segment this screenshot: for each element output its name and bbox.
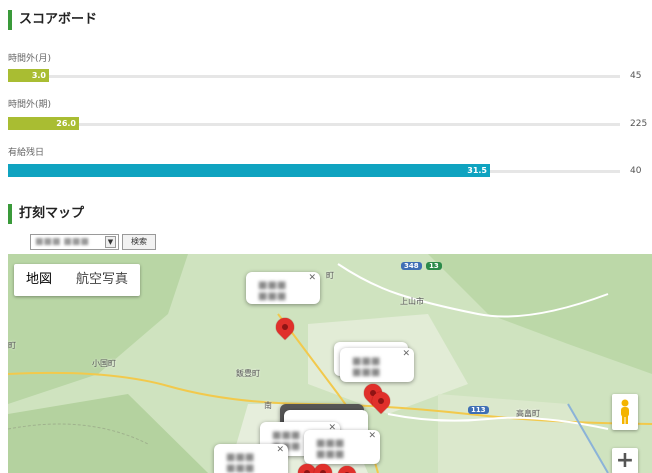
gauge-label-overtime-period: 時間外(期) xyxy=(8,100,52,110)
close-icon[interactable]: ✕ xyxy=(402,349,410,359)
gauge-max-overtime-period: 225 xyxy=(630,119,648,129)
close-icon[interactable]: ✕ xyxy=(276,445,284,455)
map-type-map-button[interactable]: 地図 xyxy=(14,264,64,296)
gauge-label-overtime-month: 時間外(月) xyxy=(8,54,52,64)
gauge-fill-paid-leave: 31.5 xyxy=(8,164,490,177)
place-label-oguni: 小国町 xyxy=(92,359,116,368)
scoreboard-title: スコアボード xyxy=(8,10,97,30)
marker-popup[interactable]: ■■■ ■■■ ✕ xyxy=(340,348,414,382)
marker-popup-text: ■■■ ■■■ xyxy=(316,438,345,460)
stamp-map[interactable]: 地図 航空写真 上山市 小国町 飯豊町 南 高畠町 町 町 348 13 113… xyxy=(8,254,652,473)
gauge-max-overtime-month: 45 xyxy=(630,71,642,81)
close-icon[interactable]: ✕ xyxy=(368,431,376,441)
place-label-left-edge: 町 xyxy=(8,341,16,350)
place-label-minami: 南 xyxy=(264,401,272,410)
map-type-control: 地図 航空写真 xyxy=(14,264,141,296)
map-section-title: 打刻マップ xyxy=(8,204,84,224)
marker-popup[interactable]: ■■■ ■■■ ✕ xyxy=(246,272,320,304)
route-shield-348: 348 xyxy=(401,262,422,270)
pegman-icon[interactable] xyxy=(612,394,638,430)
marker-popup[interactable]: ■■■ ■■■ ✕ xyxy=(214,444,288,473)
place-label-kaminoyama: 上山市 xyxy=(400,297,424,306)
gauge-track-overtime-period xyxy=(8,123,620,126)
gauge-fill-overtime-period: 26.0 xyxy=(8,117,79,130)
route-shield-113: 113 xyxy=(468,406,489,414)
place-label-takahata: 高畠町 xyxy=(516,409,540,418)
gauge-label-paid-leave: 有給残日 xyxy=(8,148,45,158)
gauge-fill-overtime-month: 3.0 xyxy=(8,69,49,82)
location-select[interactable]: ■■■ ■■■ ▼ xyxy=(30,234,119,250)
place-label-cho: 町 xyxy=(326,271,334,280)
zoom-in-button[interactable]: + xyxy=(612,448,638,473)
location-select-value: ■■■ ■■■ xyxy=(35,237,89,247)
close-icon[interactable]: ✕ xyxy=(308,273,316,283)
marker-popup-text: ■■■ ■■■ xyxy=(258,280,287,302)
marker-popup-text: ■■■ ■■■ xyxy=(352,356,381,378)
gauge-max-paid-leave: 40 xyxy=(630,166,642,176)
map-type-satellite-button[interactable]: 航空写真 xyxy=(64,264,140,296)
search-button[interactable]: 検索 xyxy=(122,234,156,250)
gauge-track-overtime-month xyxy=(8,75,620,78)
place-label-iide: 飯豊町 xyxy=(236,369,260,378)
marker-popup[interactable]: ■■■ ■■■ ✕ xyxy=(304,430,380,464)
route-shield-13: 13 xyxy=(426,262,442,270)
chevron-down-icon[interactable]: ▼ xyxy=(105,236,116,248)
marker-popup-text: ■■■ ■■■ xyxy=(226,452,255,473)
